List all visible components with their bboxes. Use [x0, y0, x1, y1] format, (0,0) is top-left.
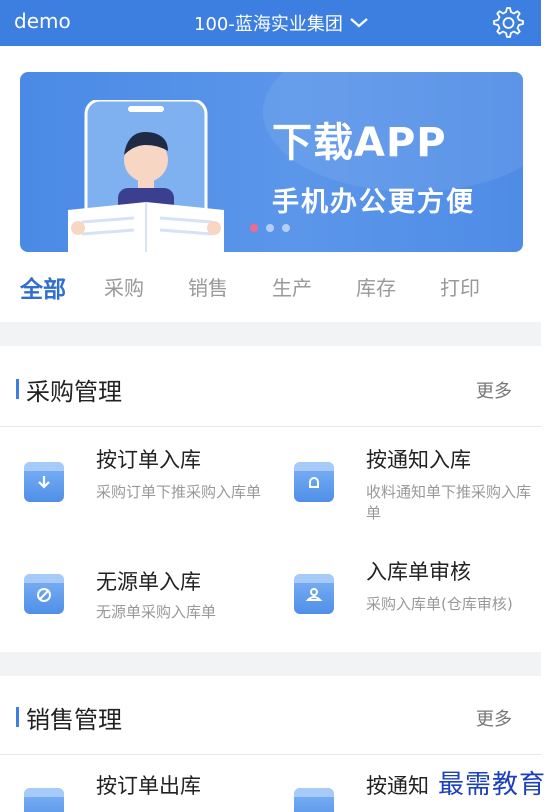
item-description: 采购订单下推采购入库单	[96, 483, 262, 501]
tab-production[interactable]: 生产	[272, 272, 312, 301]
sales-section-header: 销售管理 更多	[0, 674, 541, 754]
item-title: 按通知入库	[366, 448, 471, 472]
purchase-item-notice-inbound[interactable]: 按通知入库 收料通知单下推采购入库单	[294, 440, 554, 530]
section-spacer	[0, 322, 541, 346]
bell-icon	[294, 462, 334, 502]
item-description: 无源单采购入库单	[96, 603, 217, 621]
item-description: 收料通知单下推采购入库单	[366, 483, 532, 522]
item-title: 按订单出库	[96, 774, 201, 798]
purchase-item-inbound-review[interactable]: 入库单审核 采购入库单(仓库审核)	[294, 556, 554, 640]
more-link[interactable]: 更多	[476, 705, 512, 731]
banner-subtitle: 手机办公更方便	[272, 187, 475, 218]
section-accent-bar	[16, 707, 19, 727]
gear-icon[interactable]	[488, 4, 526, 42]
tab-sales[interactable]: 销售	[188, 272, 228, 301]
carousel-dot[interactable]	[282, 224, 290, 232]
tab-all[interactable]: 全部	[20, 270, 66, 304]
promo-banner[interactable]: 下载APP 手机办公更方便	[20, 72, 523, 252]
watermark-logo: 最需教育	[438, 764, 547, 801]
more-link[interactable]: 更多	[476, 377, 512, 403]
section-title: 采购管理	[26, 378, 122, 406]
upload-icon	[24, 788, 64, 812]
item-description: 采购入库单(仓库审核)	[366, 595, 513, 613]
purchase-section-header: 采购管理 更多	[0, 346, 541, 426]
tab-purchase[interactable]: 采购	[104, 272, 144, 301]
tab-print[interactable]: 打印	[440, 272, 480, 301]
scroll-edge	[541, 0, 558, 812]
bell-icon	[294, 788, 334, 812]
no-entry-icon	[24, 574, 64, 614]
user-name[interactable]: demo	[14, 9, 71, 33]
item-title: 按通知	[366, 774, 429, 798]
carousel-dot[interactable]	[266, 224, 274, 232]
org-selector[interactable]: 100-蓝海实业集团	[194, 10, 369, 36]
category-tabs: 全部 采购 销售 生产 库存 打印	[0, 264, 541, 312]
purchase-item-order-inbound[interactable]: 按订单入库 采购订单下推采购入库单	[24, 440, 284, 530]
section-spacer	[0, 652, 541, 676]
download-icon	[24, 462, 64, 502]
purchase-item-no-source-inbound[interactable]: 无源单入库 无源单采购入库单	[24, 560, 284, 640]
org-name: 100-蓝海实业集团	[194, 14, 343, 35]
top-app-bar: demo 100-蓝海实业集团	[0, 0, 541, 46]
user-check-icon	[294, 574, 334, 614]
banner-title: 下载APP	[272, 120, 447, 166]
item-title: 按订单入库	[96, 448, 201, 472]
sales-item-order-outbound[interactable]: 按订单出库	[24, 766, 284, 812]
item-title: 入库单审核	[366, 560, 471, 584]
person-reading-illustration	[68, 100, 224, 252]
carousel-dots	[250, 224, 290, 232]
tab-inventory[interactable]: 库存	[356, 272, 396, 301]
divider	[0, 426, 541, 427]
section-title: 销售管理	[26, 706, 122, 734]
chevron-down-icon	[350, 18, 368, 28]
divider	[0, 754, 541, 755]
section-accent-bar	[16, 379, 19, 399]
item-title: 无源单入库	[96, 570, 201, 594]
carousel-dot-active[interactable]	[250, 224, 258, 232]
